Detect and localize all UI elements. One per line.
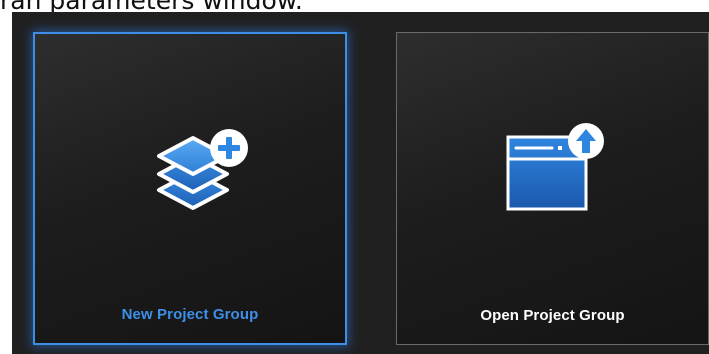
window-upload-icon — [490, 123, 616, 218]
new-project-group-label: New Project Group — [121, 306, 259, 323]
open-project-group-label: Open Project Group — [480, 307, 625, 324]
open-project-group-button[interactable]: Open Project Group — [396, 32, 709, 345]
new-project-group-button[interactable]: New Project Group — [33, 32, 347, 345]
document-caption-text: ran parameters window. — [0, 0, 709, 12]
project-group-dialog: New Project Group Open Project Group — [12, 12, 709, 354]
stacked-layers-plus-icon — [127, 124, 253, 219]
